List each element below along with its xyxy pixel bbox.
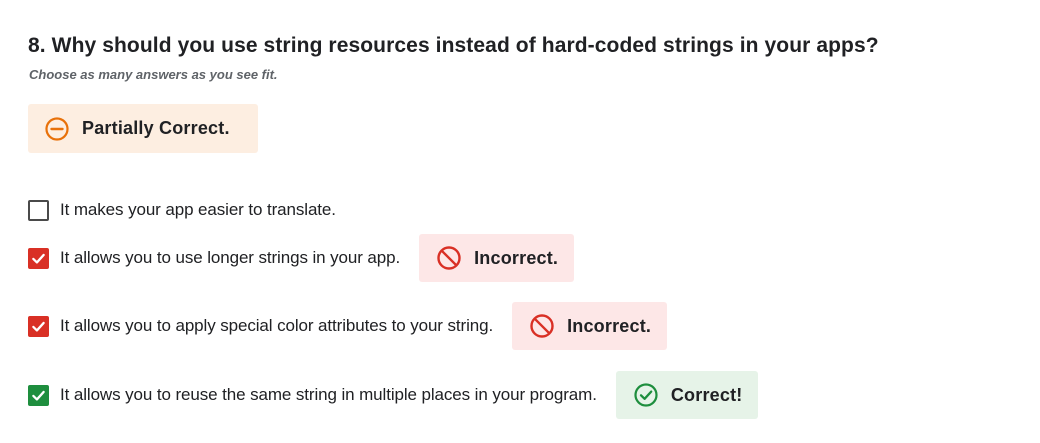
answer-option-1[interactable]: It makes your app easier to translate.: [28, 186, 336, 234]
prohibited-icon: [436, 245, 462, 271]
feedback-label: Correct!: [670, 384, 743, 405]
question-title: 8. Why should you use string resources i…: [28, 34, 879, 57]
overall-result-label: Partially Correct.: [82, 118, 230, 138]
checkbox-checked[interactable]: [28, 384, 49, 406]
feedback-correct: Correct!: [615, 371, 759, 419]
checkmark-icon: [32, 321, 45, 332]
answer-option-3[interactable]: It allows you to apply special color att…: [28, 302, 668, 350]
answer-option-2[interactable]: It allows you to use longer strings in y…: [28, 234, 575, 282]
answer-option-label: It makes your app easier to translate.: [60, 200, 336, 219]
checkbox-checked[interactable]: [28, 315, 49, 337]
feedback-incorrect: Incorrect.: [512, 302, 668, 350]
answer-option-label: It allows you to apply special color att…: [60, 316, 494, 335]
check-circle-icon: [633, 382, 659, 408]
feedback-incorrect: Incorrect.: [419, 234, 575, 282]
answer-option-4[interactable]: It allows you to reuse the same string i…: [28, 371, 759, 419]
checkbox-checked[interactable]: [28, 247, 49, 269]
checkbox-unchecked[interactable]: [28, 199, 49, 221]
answer-option-label: It allows you to use longer strings in y…: [60, 248, 401, 267]
feedback-label: Incorrect.: [474, 247, 559, 268]
feedback-label: Incorrect.: [567, 315, 652, 336]
checkmark-icon: [32, 253, 45, 264]
question-hint: Choose as many answers as you see fit.: [29, 67, 278, 82]
checkmark-icon: [32, 390, 45, 401]
prohibited-icon: [529, 313, 555, 339]
minus-circle-icon: [44, 116, 70, 142]
answer-option-label: It allows you to reuse the same string i…: [60, 385, 597, 404]
overall-result-badge: Partially Correct.: [28, 104, 258, 153]
